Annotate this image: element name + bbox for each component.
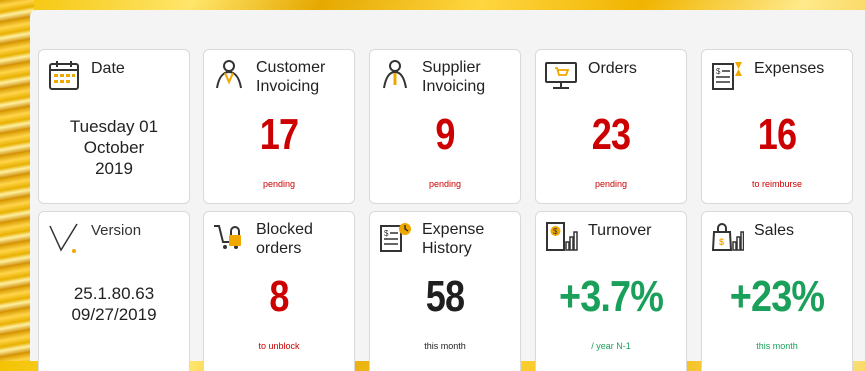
expenses-title: Expenses [754,60,825,77]
customer-icon [212,58,246,92]
customer-invoicing-count: 17 [259,110,299,159]
blocked-orders-card[interactable]: Blocked orders 8 to unblock [203,211,355,371]
title-line: Invoicing [422,78,486,95]
svg-text:$: $ [716,67,721,76]
orders-count: 23 [591,110,631,159]
supplier-invoicing-card[interactable]: Supplier Invoicing 9 pending [369,49,521,204]
sales-title: Sales [754,222,795,239]
customer-invoicing-status: pending [262,179,296,189]
turnover-card[interactable]: $ Turnover +3.7% / year N-1 [535,211,687,371]
calendar-icon [47,58,81,92]
expenses-count: 16 [757,110,797,159]
date-month: October [83,138,145,157]
date-card: Date Tuesday 01 October 2019 [38,49,190,204]
supplier-invoicing-count: 9 [435,110,455,159]
customer-invoicing-card[interactable]: Customer Invoicing 17 pending [203,49,355,204]
date-title: Date [91,60,125,77]
version-number: 25.1.80.63 [73,284,155,303]
version-card: Version 25.1.80.63 09/27/2019 [38,211,190,371]
expenses-card[interactable]: $ Expenses 16 to reimburse [701,49,853,204]
supplier-invoicing-title: Supplier Invoicing [422,58,485,96]
date-weekday-day: Tuesday 01 [69,117,159,136]
version-date: 09/27/2019 [71,305,157,324]
sales-bag-chart-icon: $ [710,220,744,254]
blocked-orders-count: 8 [269,272,289,321]
title-line: Invoicing [256,78,320,95]
blocked-orders-title: Blocked orders [256,220,313,258]
svg-text:$: $ [384,229,389,238]
turnover-chart-icon: $ [544,220,578,254]
orders-card[interactable]: Orders 23 pending [535,49,687,204]
svg-text:$: $ [553,227,558,236]
turnover-value: +3.7% [558,272,664,321]
customer-invoicing-title: Customer Invoicing [256,58,325,96]
orders-status: pending [594,179,628,189]
orders-title: Orders [588,60,637,77]
expenses-status: to reimburse [751,179,803,189]
title-line: Supplier [422,59,481,76]
locked-cart-icon [212,220,246,254]
expense-history-card[interactable]: $ Expense History 58 this month [369,211,521,371]
expense-history-icon: $ [378,220,412,254]
blocked-orders-status: to unblock [258,341,300,351]
expense-history-count: 58 [425,272,465,321]
turnover-title: Turnover [588,222,652,239]
title-line: Customer [256,59,326,76]
background-stripe [0,0,34,361]
dashboard-panel: Date Tuesday 01 October 2019 Customer In… [30,10,865,371]
title-line: Blocked [256,221,313,238]
version-title: Version [91,222,142,239]
turnover-comparison: / year N-1 [591,341,631,351]
monitor-cart-icon [544,58,578,92]
version-check-icon [47,220,81,254]
supplier-invoicing-status: pending [428,179,462,189]
title-line: History [422,240,472,257]
title-line: Expense [422,221,485,238]
sales-period: this month [756,341,798,351]
sales-card[interactable]: $ Sales +23% this month [701,211,853,371]
title-line: orders [256,240,302,257]
supplier-icon [378,58,412,92]
expense-report-icon: $ [710,58,744,92]
svg-text:$: $ [719,237,724,247]
expense-history-title: Expense History [422,220,484,258]
sales-value: +23% [729,272,825,321]
expense-history-period: this month [424,341,466,351]
date-year: 2019 [95,159,133,178]
